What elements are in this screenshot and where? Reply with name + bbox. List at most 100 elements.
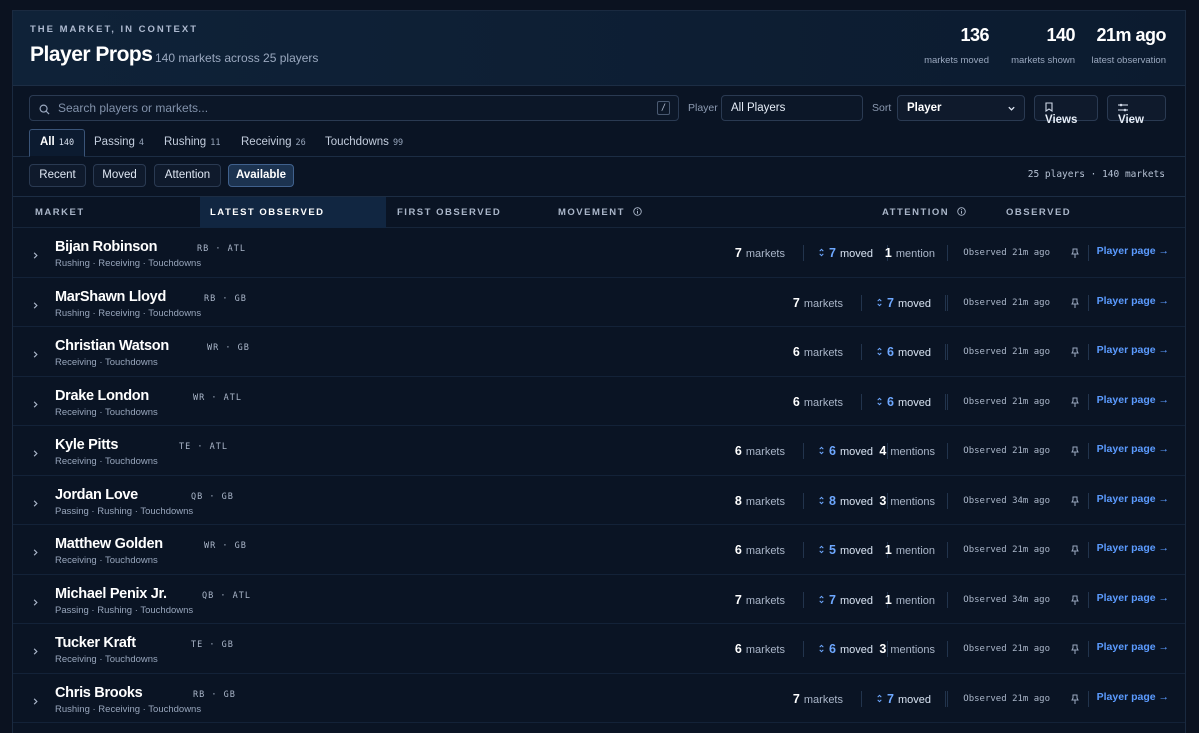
player-page-link[interactable]: Player page → [1097, 394, 1169, 406]
player-page-link[interactable]: Player page → [1097, 295, 1169, 307]
pin-icon[interactable] [1071, 692, 1079, 710]
tab-all[interactable]: All 140 [29, 129, 86, 157]
pin-icon[interactable] [1071, 494, 1079, 512]
pin-icon[interactable] [1071, 593, 1079, 611]
divider [947, 591, 948, 608]
mentions-label: mentions [890, 495, 935, 508]
table-row[interactable]: Drake London Receiving · Touchdowns WR ·… [13, 377, 1185, 426]
player-name[interactable]: Jordan Love [55, 487, 138, 503]
table-row[interactable]: MarShawn Lloyd Rushing · Receiving · Tou… [13, 278, 1185, 327]
player-position-team: WR · ATL [193, 392, 242, 403]
sort-select[interactable]: Player [897, 95, 1025, 121]
chevron-right-icon[interactable] [32, 247, 39, 265]
filter-chip-moved[interactable]: Moved [93, 164, 146, 187]
player-page-link[interactable]: Player page → [1097, 245, 1169, 257]
pin-icon[interactable] [1071, 543, 1079, 561]
moved-count: 7 moved [818, 593, 873, 607]
filter-bar: Recent Moved Attention Available 25 play… [13, 163, 1185, 193]
moved-count: 7 moved [876, 296, 931, 310]
divider [803, 245, 804, 261]
table-row[interactable]: Jordan Love Passing · Rushing · Touchdow… [13, 476, 1185, 525]
column-latest-observed[interactable]: LATEST OBSERVED [200, 197, 386, 228]
divider [1088, 690, 1089, 707]
player-position-team: QB · GB [191, 491, 234, 502]
pin-icon[interactable] [1071, 444, 1079, 462]
table-row[interactable]: Kyle Pitts Receiving · Touchdowns TE · A… [13, 426, 1185, 476]
tab-receiving[interactable]: Receiving 26 [241, 129, 306, 157]
chevron-right-icon[interactable] [32, 346, 39, 364]
tab-touchdowns[interactable]: Touchdowns 99 [325, 129, 403, 157]
divider [947, 641, 948, 657]
player-name[interactable]: Tucker Kraft [55, 635, 136, 651]
chevron-right-icon[interactable] [32, 594, 39, 612]
pin-icon[interactable] [1071, 642, 1079, 660]
markets-value: 8 [734, 493, 742, 508]
mentions-value: 1 [884, 592, 892, 607]
column-first-observed[interactable]: FIRST OBSERVED [397, 197, 501, 228]
column-movement[interactable]: MOVEMENT [558, 197, 642, 228]
markets-count: 8 markets [735, 494, 785, 508]
player-page-link[interactable]: Player page → [1097, 592, 1169, 604]
divider [1088, 542, 1089, 558]
player-name[interactable]: Bijan Robinson [55, 239, 157, 255]
info-icon[interactable] [633, 207, 642, 219]
pin-icon[interactable] [1071, 296, 1079, 314]
view-button[interactable]: View [1107, 95, 1166, 126]
moved-label: moved [839, 446, 873, 458]
player-name[interactable]: Matthew Golden [55, 536, 163, 552]
table-row[interactable]: Bijan Robinson Rushing · Receiving · Tou… [13, 228, 1185, 278]
player-page-link[interactable]: Player page → [1097, 344, 1169, 356]
table-row[interactable]: Tucker Kraft Receiving · Touchdowns TE ·… [13, 624, 1185, 674]
column-observed[interactable]: OBSERVED [1006, 197, 1071, 228]
player-page-link[interactable]: Player page → [1097, 443, 1169, 455]
filter-chip-available[interactable]: Available [228, 164, 294, 187]
tab-rushing[interactable]: Rushing 11 [164, 129, 220, 157]
chevron-right-icon[interactable] [32, 495, 39, 513]
player-name[interactable]: Christian Watson [55, 338, 169, 354]
table-row[interactable]: Michael Penix Jr. Passing · Rushing · To… [13, 575, 1185, 624]
player-name[interactable]: Chris Brooks [55, 685, 143, 701]
player-position-team: RB · GB [204, 293, 247, 304]
player-name[interactable]: Michael Penix Jr. [55, 586, 167, 602]
attention-count: 1 mention [885, 593, 935, 607]
pin-icon[interactable] [1071, 345, 1079, 363]
chevron-down-icon [1007, 104, 1016, 116]
player-page-link[interactable]: Player page → [1097, 641, 1169, 653]
player-page-link[interactable]: Player page → [1097, 691, 1169, 703]
filter-chip-recent[interactable]: Recent [29, 164, 86, 187]
pin-icon[interactable] [1071, 246, 1079, 264]
mentions-value: 3 [879, 642, 887, 656]
info-icon[interactable] [957, 207, 967, 219]
chevron-right-icon[interactable] [32, 297, 39, 315]
table-row[interactable]: Chris Brooks Rushing · Receiving · Touch… [13, 674, 1185, 723]
pin-icon[interactable] [1071, 395, 1079, 413]
player-name[interactable]: Kyle Pitts [55, 437, 118, 453]
stat-markets-moved: 136 markets moved [924, 25, 989, 66]
column-attention[interactable]: ATTENTION [882, 197, 967, 228]
player-filter-select[interactable]: All Players [721, 95, 863, 121]
sort-value: Player [907, 102, 942, 114]
column-market[interactable]: MARKET [35, 197, 85, 228]
mentions-label: mentions [890, 644, 935, 656]
chevron-right-icon[interactable] [32, 643, 39, 661]
filter-chip-attention[interactable]: Attention [154, 164, 221, 187]
player-name[interactable]: MarShawn Lloyd [55, 289, 166, 305]
divider [945, 344, 946, 360]
player-page-link[interactable]: Player page → [1097, 542, 1169, 554]
search-input[interactable] [58, 96, 648, 120]
chevron-right-icon[interactable] [32, 396, 39, 414]
category-tabs: All 140 Passing 4 Rushing 11 Receiving 26 To… [13, 129, 1185, 157]
table-row[interactable]: Christian Watson Receiving · Touchdowns … [13, 327, 1185, 377]
chevron-right-icon[interactable] [32, 445, 39, 463]
row-metrics: 6 markets 6 moved 3 mentions Observed 21m a… [685, 624, 1185, 673]
tab-passing[interactable]: Passing 4 [94, 129, 144, 157]
search-box[interactable]: / [29, 95, 679, 121]
chevron-right-icon[interactable] [32, 544, 39, 562]
player-page-link[interactable]: Player page → [1097, 493, 1169, 505]
player-name[interactable]: Drake London [55, 388, 149, 404]
chevron-right-icon[interactable] [32, 693, 39, 711]
eyebrow: THE MARKET, IN CONTEXT [30, 24, 199, 35]
table-row[interactable]: Matthew Golden Receiving · Touchdowns WR… [13, 525, 1185, 575]
views-button[interactable]: Views [1034, 95, 1098, 126]
updown-arrow-icon [876, 694, 883, 706]
